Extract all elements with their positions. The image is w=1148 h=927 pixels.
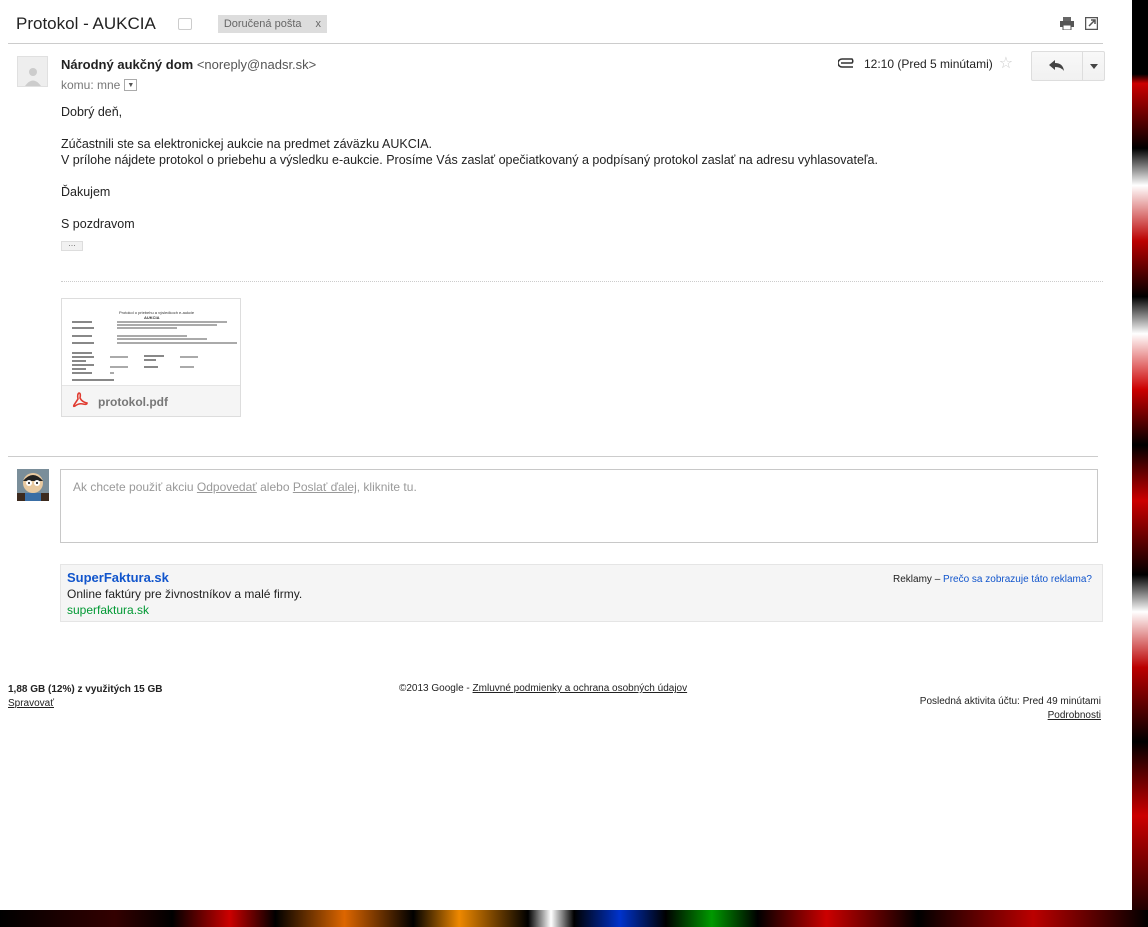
attachment-footer: protokol.pdf — [62, 385, 240, 416]
recipient-line: komu: mne ▼ — [61, 78, 138, 92]
sender-email: <noreply@nadsr.sk> — [196, 57, 317, 72]
chevron-down-icon — [1089, 63, 1098, 69]
label-remove-button[interactable]: x — [316, 18, 322, 30]
thumb-doc-subtitle: AUKCIA — [144, 315, 160, 320]
reply-box-text: Ak chcete použiť akciu — [73, 480, 197, 494]
star-icon[interactable]: ☆ — [999, 56, 1013, 72]
storage-usage: 1,88 GB (12%) z využitých 15 GB — [8, 684, 163, 695]
sender-avatar — [17, 56, 48, 87]
reply-box-text: , kliknite tu. — [356, 480, 417, 494]
ad-label: Reklamy – — [893, 574, 944, 585]
ad-banner: SuperFaktura.sk Online faktúry pre živno… — [60, 564, 1103, 622]
new-window-icon[interactable] — [1084, 16, 1098, 30]
subject-header: Protokol - AUKCIA Doručená pošta x — [16, 12, 327, 36]
reply-box-text: alebo — [256, 480, 293, 494]
why-ad-link[interactable]: Prečo sa zobrazuje táto reklama? — [943, 574, 1092, 585]
copyright-text: ©2013 Google - — [399, 683, 473, 694]
last-activity-text: Posledná aktivita účtu: Pred 49 minútami — [919, 696, 1101, 707]
message-meta: 12:10 (Pred 5 minútami) ☆ — [837, 56, 1013, 72]
person-silhouette-icon — [24, 68, 41, 86]
sender-line: Národný aukčný dom <noreply@nadsr.sk> — [61, 57, 316, 72]
body-paragraph-line: Zúčastnili ste sa elektronickej aukcie n… — [61, 137, 433, 151]
print-icon[interactable] — [1060, 16, 1074, 30]
attachment-card[interactable]: Protokol o priebehu a výsledkoch e-aukci… — [61, 298, 241, 417]
paperclip-icon — [837, 57, 856, 71]
details-dropdown-icon[interactable]: ▼ — [124, 79, 138, 91]
quick-reply-box[interactable]: Ak chcete použiť akciu Odpovedať alebo P… — [60, 469, 1098, 543]
attachment-thumbnail: Protokol o priebehu a výsledkoch e-aukci… — [62, 299, 240, 385]
ad-url-link[interactable]: superfaktura.sk — [67, 603, 149, 617]
important-marker-icon[interactable] — [177, 18, 192, 30]
pdf-icon — [72, 391, 88, 413]
user-avatar — [17, 469, 49, 501]
account-activity: Posledná aktivita účtu: Pred 49 minútami… — [920, 695, 1101, 723]
reply-link[interactable]: Odpovedať — [197, 480, 257, 494]
desktop-wallpaper-right — [1132, 0, 1148, 927]
sender-name[interactable]: Národný aukčný dom — [61, 57, 193, 72]
body-paragraph-line: V prílohe nájdete protokol o priebehu a … — [61, 153, 878, 167]
show-trimmed-content-button[interactable]: ... — [61, 239, 83, 251]
header-divider — [8, 43, 1103, 44]
terms-link[interactable]: Zmluvné podmienky a ochrana osobných úda… — [473, 683, 688, 694]
attachments-divider — [61, 281, 1103, 282]
body-greeting: Dobrý deň, — [61, 105, 123, 119]
email-view: Protokol - AUKCIA Doručená pošta x Národ… — [0, 0, 1132, 910]
storage-info: 1,88 GB (12%) z využitých 15 GB Spravova… — [8, 683, 163, 711]
message-body: Dobrý deň, Zúčastnili ste sa elektronick… — [61, 104, 878, 232]
reply-arrow-icon — [1049, 60, 1064, 71]
ad-info: Reklamy – Prečo sa zobrazuje táto reklam… — [893, 574, 1092, 585]
activity-details-link[interactable]: Podrobnosti — [920, 709, 1101, 723]
forward-link[interactable]: Poslať ďalej — [293, 480, 357, 494]
recipient-label: komu: mne — [61, 78, 121, 92]
desktop-wallpaper-bottom — [0, 910, 1148, 927]
attachment-filename: protokol.pdf — [98, 395, 168, 409]
ad-description: Online faktúry pre živnostníkov a malé f… — [67, 587, 303, 601]
label-chip-text: Doručená pošta — [223, 18, 302, 30]
body-signoff: S pozdravom — [61, 217, 135, 231]
email-subject: Protokol - AUKCIA — [16, 14, 156, 33]
ad-title-link[interactable]: SuperFaktura.sk — [67, 570, 169, 585]
footer-legal: ©2013 Google - Zmluvné podmienky a ochra… — [399, 683, 687, 694]
reply-button[interactable] — [1032, 52, 1083, 80]
more-actions-button[interactable] — [1083, 52, 1104, 80]
message-actions — [1060, 16, 1098, 30]
manage-storage-link[interactable]: Spravovať — [8, 697, 163, 711]
label-chip-inbox[interactable]: Doručená pošta x — [217, 15, 327, 33]
reply-button-group — [1031, 51, 1105, 81]
message-time: 12:10 (Pred 5 minútami) — [864, 57, 993, 71]
body-thanks: Ďakujem — [61, 185, 111, 199]
reply-divider — [8, 456, 1098, 457]
